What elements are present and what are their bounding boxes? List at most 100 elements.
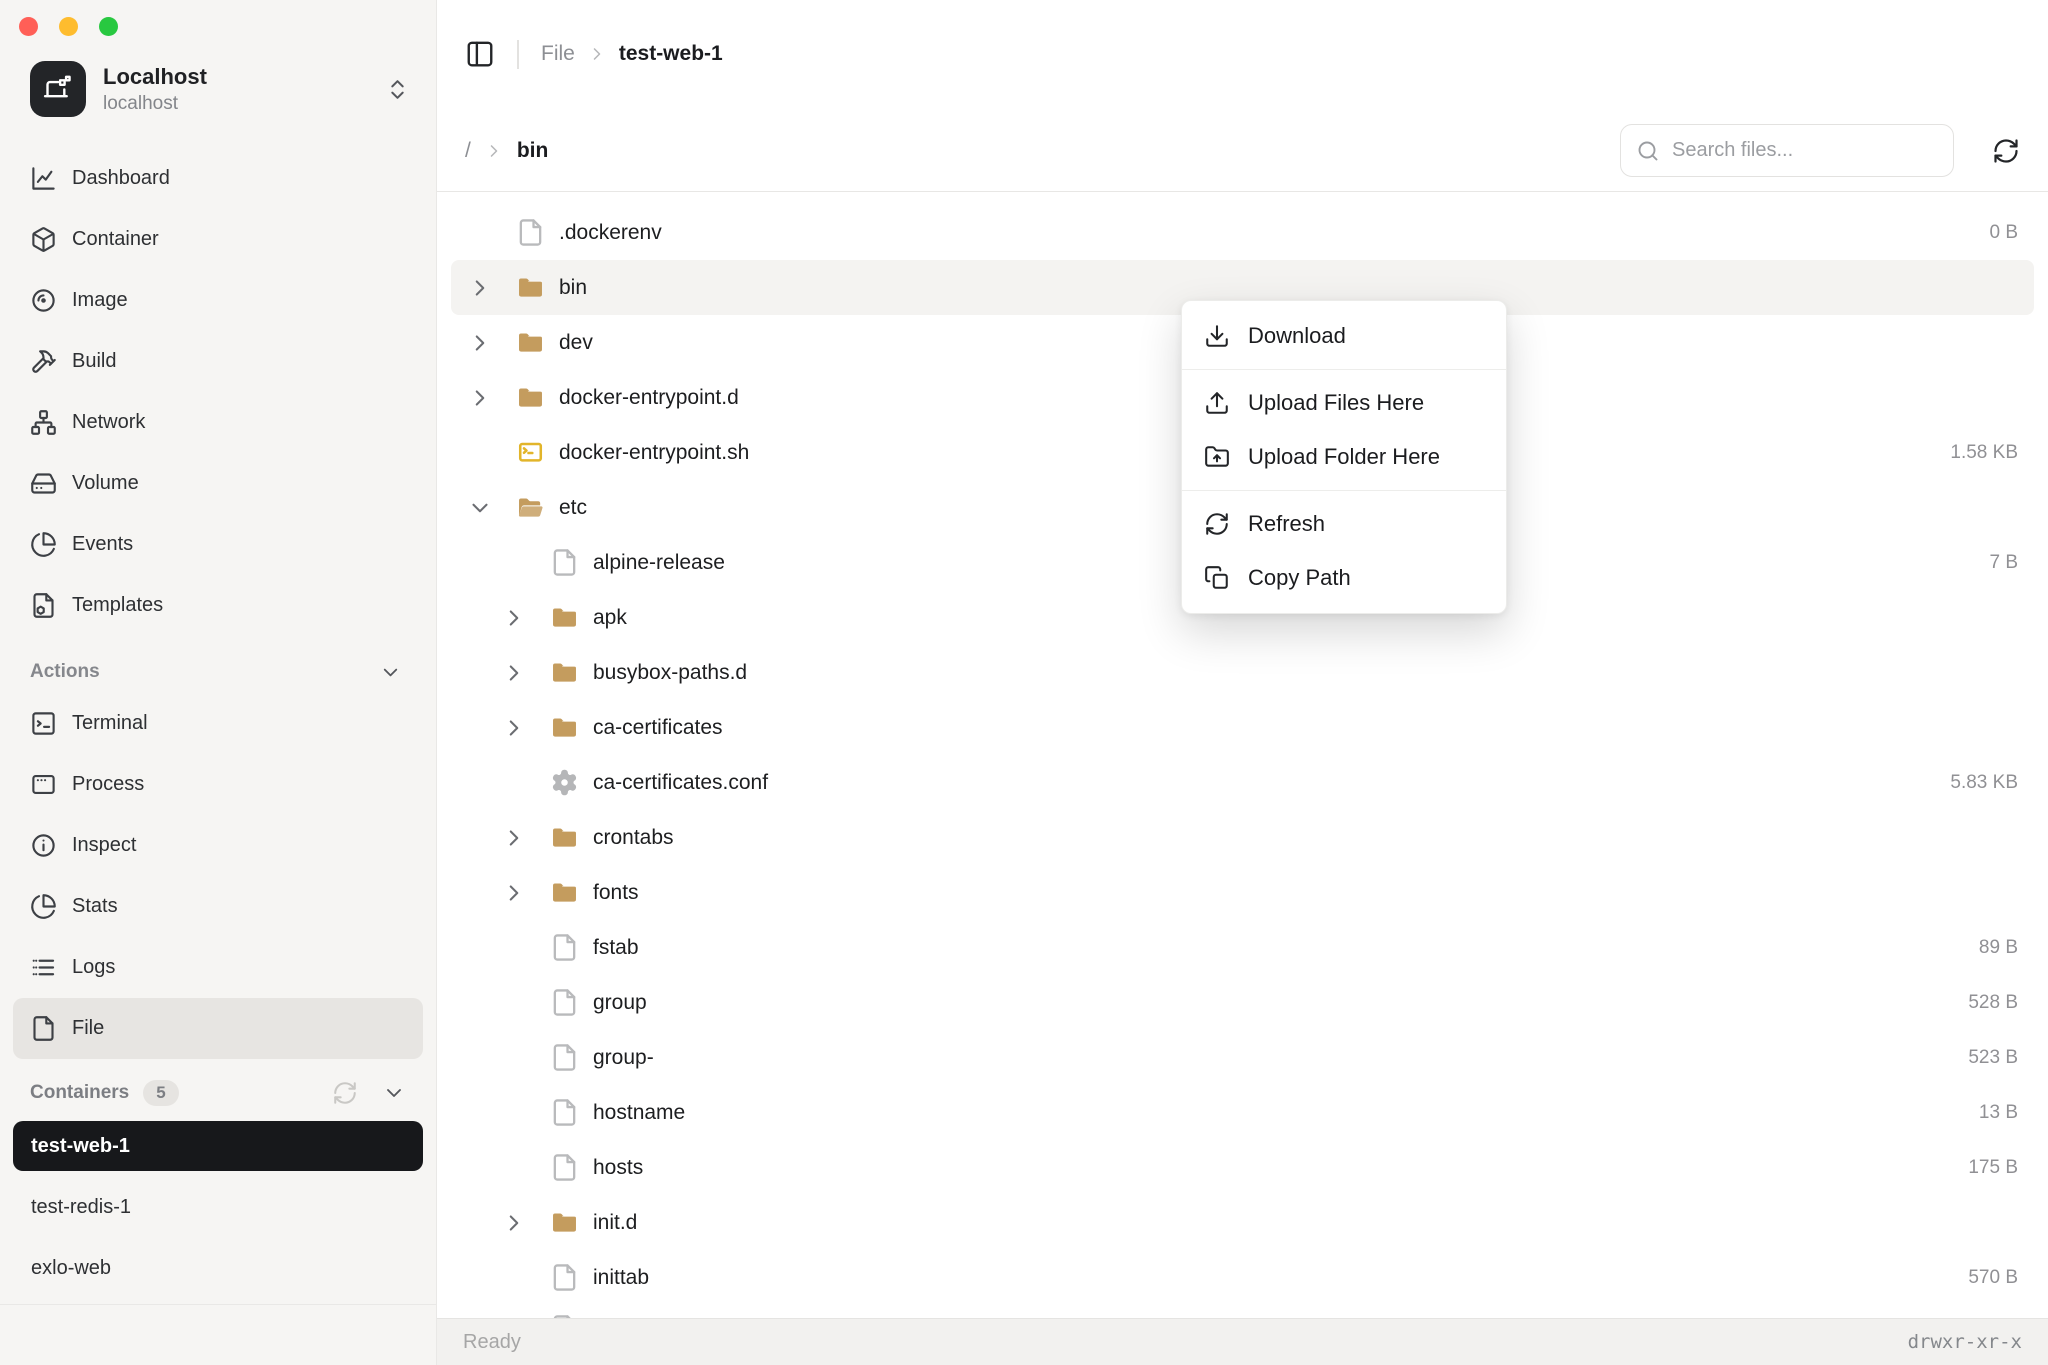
chevron-down-icon[interactable] — [379, 661, 402, 684]
path-current-folder[interactable]: bin — [517, 139, 549, 163]
sidebar-item-file[interactable]: File — [13, 998, 423, 1059]
menu-item-upload-files[interactable]: Upload Files Here — [1182, 376, 1506, 430]
expand-chevron-icon[interactable] — [467, 385, 493, 411]
expand-chevron-icon[interactable] — [501, 1210, 527, 1236]
file-row-init-d[interactable]: init.d — [451, 1195, 2034, 1250]
nav-icon — [30, 409, 57, 436]
nav-icon — [30, 1015, 57, 1042]
menu-divider[interactable] — [1182, 369, 1506, 370]
localhost-avatar — [30, 61, 86, 117]
file-row-busybox-paths-d[interactable]: busybox-paths.d — [451, 645, 2034, 700]
workspace-selector[interactable]: Localhost localhost — [30, 61, 410, 117]
sidebar-item-label: Terminal — [72, 712, 148, 735]
sidebar-item-inspect[interactable]: Inspect — [0, 815, 436, 876]
expand-chevron-icon[interactable] — [501, 825, 527, 851]
sidebar-item-templates[interactable]: Templates — [0, 575, 436, 636]
language-button[interactable] — [204, 1321, 232, 1349]
actions-section-header[interactable]: Actions — [30, 654, 402, 690]
container-item-test-web-1[interactable]: test-web-1 — [13, 1121, 423, 1171]
search-box — [1620, 124, 1954, 177]
chevron-right-icon — [587, 44, 607, 64]
file-row-fonts[interactable]: fonts — [451, 865, 2034, 920]
file-type-icon — [516, 493, 545, 522]
refresh-button[interactable] — [1992, 137, 2020, 165]
sidebar-item-dashboard[interactable]: Dashboard — [0, 148, 436, 209]
file-size: 175 B — [1968, 1157, 2018, 1179]
file-name: ca-certificates.conf — [593, 771, 768, 795]
expand-chevron-icon[interactable] — [501, 605, 527, 631]
theme-button[interactable] — [259, 1321, 287, 1349]
expand-chevron-icon[interactable] — [501, 715, 527, 741]
containers-refresh-icon[interactable] — [332, 1080, 358, 1106]
container-item-test-redis-1[interactable]: test-redis-1 — [13, 1182, 423, 1232]
file-row-inittab[interactable]: inittab 570 B — [451, 1250, 2034, 1305]
file-row-group-dash[interactable]: group- 523 B — [451, 1030, 2034, 1085]
sidebar-item-network[interactable]: Network — [0, 392, 436, 453]
file-name: crontabs — [593, 826, 674, 850]
chevrons-up-down-icon[interactable] — [385, 77, 410, 102]
file-row-ca-certificates[interactable]: ca-certificates — [451, 700, 2034, 755]
sidebar-toolbar — [0, 1304, 436, 1365]
zoom-window-button[interactable] — [99, 17, 118, 36]
file-row-hosts[interactable]: hosts 175 B — [451, 1140, 2034, 1195]
sidebar-item-process[interactable]: Process — [0, 754, 436, 815]
expand-chevron-icon[interactable] — [467, 275, 493, 301]
file-row-crontabs[interactable]: crontabs — [451, 810, 2034, 865]
file-row-fstab[interactable]: fstab 89 B — [451, 920, 2034, 975]
menu-item-refresh[interactable]: Refresh — [1182, 497, 1506, 551]
nav-icon — [30, 832, 57, 859]
settings-button[interactable] — [314, 1321, 342, 1349]
file-type-icon — [550, 988, 579, 1017]
history-button[interactable] — [94, 1321, 122, 1349]
search-input[interactable] — [1672, 139, 1938, 162]
menu-item-upload-folder[interactable]: Upload Folder Here — [1182, 430, 1506, 484]
sidebar-item-volume[interactable]: Volume — [0, 453, 436, 514]
file-type-icon — [550, 1098, 579, 1127]
path-root[interactable]: / — [465, 139, 471, 163]
path-bar: / bin — [437, 84, 2048, 192]
file-type-icon — [550, 658, 579, 687]
nav-icon — [30, 592, 57, 619]
container-item-exlo-web[interactable]: exlo-web — [13, 1243, 423, 1293]
menu-divider[interactable] — [1182, 490, 1506, 491]
file-name: group — [593, 991, 647, 1015]
nav-icon — [30, 893, 57, 920]
sidebar-item-container[interactable]: Container — [0, 209, 436, 270]
file-size: 1.58 KB — [1950, 442, 2018, 464]
sidebar-item-label: Logs — [72, 956, 115, 979]
expand-chevron-icon[interactable] — [501, 660, 527, 686]
expand-chevron-icon[interactable] — [501, 880, 527, 906]
sidebar-toggle-icon[interactable] — [465, 39, 495, 69]
sidebar-item-image[interactable]: Image — [0, 270, 436, 331]
expand-chevron-icon[interactable] — [467, 330, 493, 356]
file-name: ca-certificates — [593, 716, 723, 740]
sidebar-item-build[interactable]: Build — [0, 331, 436, 392]
breadcrumb-section[interactable]: File — [541, 42, 575, 66]
file-name: docker-entrypoint.d — [559, 386, 739, 410]
container-name: exlo-web — [31, 1257, 111, 1280]
chevron-down-icon[interactable] — [382, 1081, 406, 1105]
sidebar-item-label: Container — [72, 228, 159, 251]
file-row-dockerenv[interactable]: .dockerenv 0 B — [451, 205, 2034, 260]
sidebar-item-logs[interactable]: Logs — [0, 937, 436, 998]
menu-item-icon — [1204, 323, 1230, 349]
sidebar-item-events[interactable]: Events — [0, 514, 436, 575]
expand-chevron-icon[interactable] — [467, 495, 493, 521]
workspace-subtitle: localhost — [103, 93, 207, 115]
sidebar-item-label: Image — [72, 289, 128, 312]
file-row-group[interactable]: group 528 B — [451, 975, 2034, 1030]
containers-count-badge: 5 — [143, 1080, 178, 1106]
file-row-partial[interactable] — [451, 1305, 2034, 1318]
close-window-button[interactable] — [19, 17, 38, 36]
minimize-window-button[interactable] — [59, 17, 78, 36]
sidebar-item-terminal[interactable]: Terminal — [0, 693, 436, 754]
terminal-button[interactable] — [149, 1321, 177, 1349]
menu-item-copy-path[interactable]: Copy Path — [1182, 551, 1506, 605]
file-row-hostname[interactable]: hostname 13 B — [451, 1085, 2034, 1140]
menu-item-download[interactable]: Download — [1182, 309, 1506, 363]
file-row-ca-certificates-conf[interactable]: ca-certificates.conf 5.83 KB — [451, 755, 2034, 810]
sidebar-item-stats[interactable]: Stats — [0, 876, 436, 937]
sidebar-item-label: Build — [72, 350, 116, 373]
file-type-icon — [550, 713, 579, 742]
nav-icon — [30, 531, 57, 558]
